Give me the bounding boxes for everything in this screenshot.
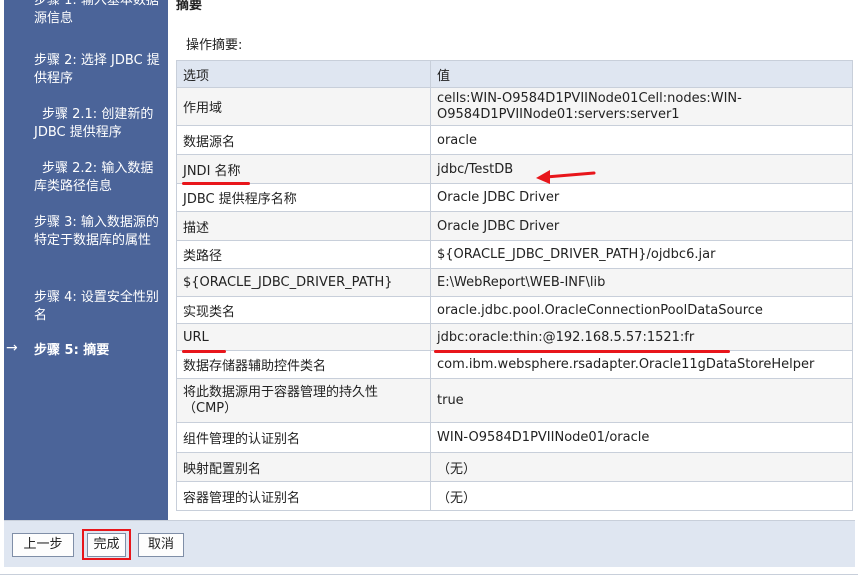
step-2-2-link[interactable]: 步骤 2.2: 输入数据库类路径信息: [34, 160, 162, 196]
step-label: 步骤 5: 摘要: [34, 343, 110, 358]
table-row: 数据存储器辅助控件类名 com.ibm.websphere.rsadapter.…: [176, 350, 853, 379]
table-row: 类路径 ${ORACLE_JDBC_DRIVER_PATH}/ojdbc6.ja…: [176, 240, 853, 269]
red-arrow-icon: [536, 170, 596, 184]
option-cell: JDBC 提供程序名称: [176, 183, 431, 212]
table-row: JNDI 名称 jdbc/TestDB: [176, 154, 853, 184]
summary-caption: 操作摘要:: [186, 38, 243, 53]
value-cell: oracle.jdbc.pool.OracleConnectionPoolDat…: [430, 296, 853, 324]
column-header-value: 值: [430, 60, 853, 88]
url-value-underline-annotation: [434, 350, 730, 353]
value-cell: com.ibm.websphere.rsadapter.Oracle11gDat…: [430, 350, 853, 379]
previous-button[interactable]: 上一步: [12, 533, 74, 557]
value-cell: （无）: [430, 452, 853, 482]
option-cell: 类路径: [176, 240, 431, 269]
table-header-row: 选项 值: [176, 60, 853, 88]
summary-table: 选项 值 作用域 cells:WIN-O9584D1PVIINode01Cell…: [176, 60, 853, 511]
url-option-underline-annotation: [182, 350, 226, 353]
option-cell: 将此数据源用于容器管理的持久性（CMP）: [176, 378, 431, 423]
table-row: 数据源名 oracle: [176, 125, 853, 155]
finish-button[interactable]: 完成: [87, 533, 126, 557]
table-row: 描述 Oracle JDBC Driver: [176, 211, 853, 241]
value-cell: （无）: [430, 481, 853, 511]
column-header-option: 选项: [176, 60, 431, 88]
table-row: ${ORACLE_JDBC_DRIVER_PATH} E:\WebReport\…: [176, 268, 853, 297]
current-step-arrow-icon: →: [6, 340, 18, 356]
step-2-1-link[interactable]: 步骤 2.1: 创建新的 JDBC 提供程序: [34, 106, 162, 142]
table-row: 映射配置别名 （无）: [176, 452, 853, 482]
step-label: 步骤 4: 设置安全性别名: [34, 290, 159, 323]
option-cell: 组件管理的认证别名: [176, 422, 431, 453]
cancel-button[interactable]: 取消: [138, 533, 184, 557]
table-row: 作用域 cells:WIN-O9584D1PVIINode01Cell:node…: [176, 87, 853, 126]
option-cell: 实现类名: [176, 296, 431, 324]
table-row: 实现类名 oracle.jdbc.pool.OracleConnectionPo…: [176, 296, 853, 324]
table-row: 容器管理的认证别名 （无）: [176, 481, 853, 511]
value-cell: Oracle JDBC Driver: [430, 211, 853, 241]
step-1-link[interactable]: 步骤 1: 输入基本数据源信息: [34, 0, 162, 28]
table-row: URL jdbc:oracle:thin:@192.168.5.57:1521:…: [176, 323, 853, 351]
value-cell: jdbc/TestDB: [430, 154, 853, 184]
value-cell: true: [430, 378, 853, 423]
option-cell: 映射配置别名: [176, 452, 431, 482]
value-cell: Oracle JDBC Driver: [430, 183, 853, 212]
value-cell: ${ORACLE_JDBC_DRIVER_PATH}/ojdbc6.jar: [430, 240, 853, 269]
option-cell: 作用域: [176, 87, 431, 126]
wizard-steps-panel: 步骤 1: 输入基本数据源信息 步骤 2: 选择 JDBC 提供程序 步骤 2.…: [4, 0, 168, 520]
step-label: 步骤 2: 选择 JDBC 提供程序: [34, 53, 160, 86]
option-cell: URL: [176, 323, 431, 351]
summary-section: 摘要 操作摘要: 选项 值 作用域 cells:WIN-O9584D1PVIIN…: [168, 0, 858, 520]
value-cell: oracle: [430, 125, 853, 155]
button-bar: 上一步 完成 取消: [4, 520, 855, 567]
step-label: 步骤 2.2: 输入数据库类路径信息: [34, 161, 154, 194]
step-label: 步骤 1: 输入基本数据源信息: [34, 0, 159, 26]
option-cell: ${ORACLE_JDBC_DRIVER_PATH}: [176, 268, 431, 297]
step-2-link[interactable]: 步骤 2: 选择 JDBC 提供程序: [34, 52, 162, 88]
table-row: 将此数据源用于容器管理的持久性（CMP） true: [176, 378, 853, 423]
section-title: 摘要: [176, 0, 203, 13]
option-cell: 描述: [176, 211, 431, 241]
step-3-link[interactable]: 步骤 3: 输入数据源的特定于数据库的属性: [34, 214, 162, 250]
jndi-underline-annotation: [182, 182, 250, 185]
step-5-current: 步骤 5: 摘要: [34, 342, 162, 360]
step-label: 步骤 2.1: 创建新的 JDBC 提供程序: [34, 107, 154, 140]
value-cell: jdbc:oracle:thin:@192.168.5.57:1521:fr: [430, 323, 853, 351]
value-cell: WIN-O9584D1PVIINode01/oracle: [430, 422, 853, 453]
step-label: 步骤 3: 输入数据源的特定于数据库的属性: [34, 215, 159, 248]
table-row: 组件管理的认证别名 WIN-O9584D1PVIINode01/oracle: [176, 422, 853, 453]
value-cell: E:\WebReport\WEB-INF\lib: [430, 268, 853, 297]
value-cell: cells:WIN-O9584D1PVIINode01Cell:nodes:WI…: [430, 87, 853, 126]
step-4-link[interactable]: 步骤 4: 设置安全性别名: [34, 289, 162, 325]
option-cell: 数据存储器辅助控件类名: [176, 350, 431, 379]
option-cell: JNDI 名称: [176, 154, 431, 184]
option-cell: 容器管理的认证别名: [176, 481, 431, 511]
divider: [0, 574, 858, 575]
table-row: JDBC 提供程序名称 Oracle JDBC Driver: [176, 183, 853, 212]
option-cell: 数据源名: [176, 125, 431, 155]
